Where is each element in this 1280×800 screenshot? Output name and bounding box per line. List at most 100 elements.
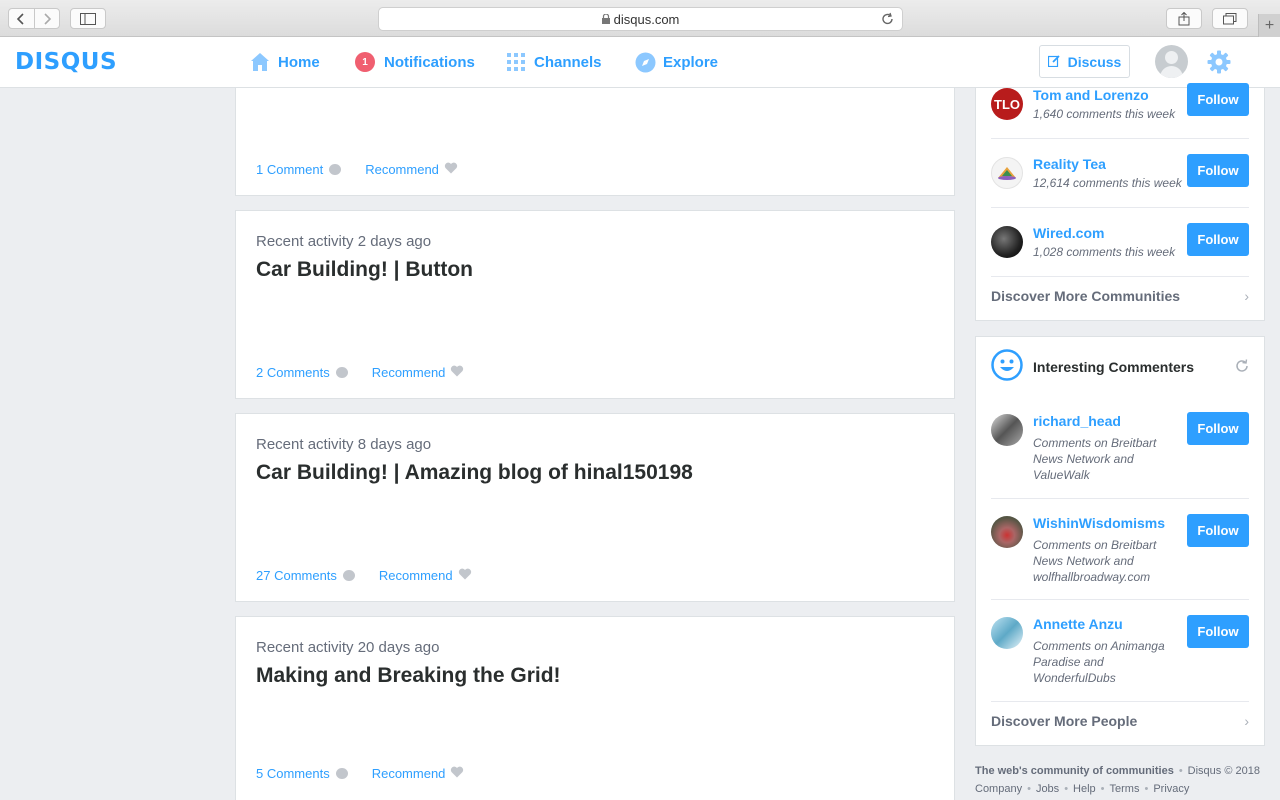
recommend-label: Recommend	[371, 766, 446, 781]
top-navigation: DISQUS Home 1 Notifications Channels Exp…	[0, 37, 1280, 88]
communities-panel: TLO Tom and Lorenzo 1,640 comments this …	[975, 83, 1265, 321]
commenter-avatar[interactable]	[991, 617, 1023, 649]
url-text: disqus.com	[613, 11, 680, 27]
nav-explore[interactable]: Explore	[634, 51, 718, 73]
new-tab-icon[interactable]: +	[1258, 14, 1280, 37]
discover-communities-label: Discover More Communities	[991, 288, 1181, 304]
divider	[991, 276, 1249, 277]
comments-link[interactable]: 5 Comments	[256, 766, 348, 781]
discuss-button-label: Discuss	[1067, 53, 1122, 70]
heart-icon	[458, 568, 472, 583]
footer-link-company[interactable]: Company	[975, 783, 1022, 795]
follow-button[interactable]: Follow	[1187, 223, 1249, 256]
gear-icon[interactable]	[1207, 50, 1231, 79]
recommend-button[interactable]: Recommend	[379, 568, 472, 583]
recommend-label: Recommend	[378, 568, 453, 583]
nav-home[interactable]: Home	[249, 51, 320, 73]
divider	[991, 701, 1249, 702]
commenter-avatar[interactable]	[991, 414, 1023, 446]
nav-notifications[interactable]: 1 Notifications	[354, 51, 475, 73]
heart-icon	[450, 365, 464, 380]
notifications-badge: 1	[354, 51, 376, 73]
recommend-button[interactable]: Recommend	[372, 766, 465, 781]
browser-nav-buttons	[8, 8, 60, 29]
commenter-meta: Comments on Animanga Paradise and Wonder…	[1033, 639, 1165, 685]
tabs-overview-icon[interactable]	[1212, 8, 1248, 29]
discussion-title[interactable]: Car Building! | Button	[256, 258, 473, 282]
divider	[991, 498, 1249, 499]
footer-link-help[interactable]: Help	[1073, 783, 1096, 795]
nav-channels[interactable]: Channels	[505, 51, 602, 73]
back-icon[interactable]	[9, 9, 35, 28]
feed-card: Recent activity 8 days ago Car Building!…	[235, 413, 955, 602]
follow-button[interactable]: Follow	[1187, 615, 1249, 648]
divider	[991, 599, 1249, 600]
follow-button[interactable]: Follow	[1187, 83, 1249, 116]
comments-link[interactable]: 27 Comments	[256, 568, 355, 583]
footer-link-terms[interactable]: Terms	[1110, 783, 1140, 795]
commenter-name[interactable]: WishinWisdomisms	[1033, 515, 1165, 531]
footer-copyright: Disqus © 2018	[1187, 765, 1260, 777]
comment-bubble-icon	[335, 367, 348, 378]
community-row: Wired.com 1,028 comments this week Follo…	[991, 223, 1249, 266]
commenters-header: Interesting Commenters	[991, 348, 1249, 386]
comment-bubble-icon	[329, 164, 342, 175]
commenter-row: WishinWisdomisms Comments on Breitbart N…	[991, 514, 1249, 586]
footer-link-jobs[interactable]: Jobs	[1036, 783, 1059, 795]
discuss-button[interactable]: Discuss	[1039, 45, 1130, 78]
commenter-avatar[interactable]	[991, 516, 1023, 548]
community-row: Reality Tea 12,614 comments this week Fo…	[991, 154, 1249, 197]
card-footer: 27 Comments Recommend	[256, 568, 472, 583]
recommend-button[interactable]: Recommend	[372, 365, 465, 380]
edit-icon	[1047, 54, 1060, 70]
comment-bubble-icon	[342, 570, 355, 581]
discover-communities-link[interactable]: Discover More Communities ›	[991, 288, 1249, 304]
recommend-button[interactable]: Recommend	[365, 162, 458, 177]
chevron-right-icon: ›	[1244, 713, 1249, 729]
card-footer: 5 Comments Recommend	[256, 766, 464, 781]
nav-explore-label: Explore	[663, 53, 719, 71]
community-name[interactable]: Wired.com	[1033, 225, 1104, 241]
commenter-name[interactable]: richard_head	[1033, 413, 1121, 429]
refresh-icon[interactable]	[1235, 359, 1249, 378]
grid-icon	[505, 51, 527, 73]
follow-button[interactable]: Follow	[1187, 514, 1249, 547]
follow-button[interactable]: Follow	[1187, 154, 1249, 187]
forward-icon[interactable]	[35, 9, 60, 28]
community-avatar[interactable]	[991, 226, 1023, 258]
user-avatar[interactable]	[1155, 45, 1188, 78]
community-avatar[interactable]	[991, 157, 1023, 189]
community-avatar[interactable]: TLO	[991, 88, 1023, 120]
sidebar-toggle-icon[interactable]	[70, 8, 106, 29]
recommend-label: Recommend	[371, 365, 446, 380]
community-meta: 1,640 comments this week	[1033, 107, 1176, 121]
commenters-heading: Interesting Commenters	[1033, 359, 1195, 375]
community-name[interactable]: Tom and Lorenzo	[1033, 87, 1149, 103]
divider	[991, 207, 1249, 208]
address-bar[interactable]: disqus.com	[378, 7, 903, 31]
heart-icon	[450, 766, 464, 781]
reload-icon[interactable]	[881, 12, 894, 29]
discover-people-link[interactable]: Discover More People ›	[991, 713, 1249, 729]
commenter-row: richard_head Comments on Breitbart News …	[991, 412, 1249, 484]
footer-tagline: The web's community of communities	[975, 765, 1174, 777]
share-icon[interactable]	[1166, 8, 1202, 29]
card-footer: 2 Comments Recommend	[256, 365, 464, 380]
recent-activity: Recent activity 2 days ago	[256, 233, 432, 250]
heart-icon	[444, 162, 458, 177]
lock-icon	[601, 12, 610, 27]
footer-link-privacy[interactable]: Privacy	[1153, 783, 1189, 795]
community-row: TLO Tom and Lorenzo 1,640 comments this …	[991, 83, 1249, 128]
comments-count: 27 Comments	[256, 568, 337, 583]
site-footer: The web's community of communities • Disqu…	[975, 765, 1260, 795]
comments-link[interactable]: 1 Comment	[256, 162, 342, 177]
discussion-title[interactable]: Making and Breaking the Grid!	[256, 664, 561, 688]
follow-button[interactable]: Follow	[1187, 412, 1249, 445]
community-name[interactable]: Reality Tea	[1033, 156, 1106, 172]
comments-link[interactable]: 2 Comments	[256, 365, 348, 380]
commenter-meta: Comments on Breitbart News Network and w…	[1033, 538, 1157, 584]
disqus-logo[interactable]: DISQUS	[15, 49, 117, 75]
smiley-icon	[991, 348, 1023, 386]
discussion-title[interactable]: Car Building! | Amazing blog of hinal150…	[256, 461, 693, 485]
commenter-name[interactable]: Annette Anzu	[1033, 616, 1123, 632]
